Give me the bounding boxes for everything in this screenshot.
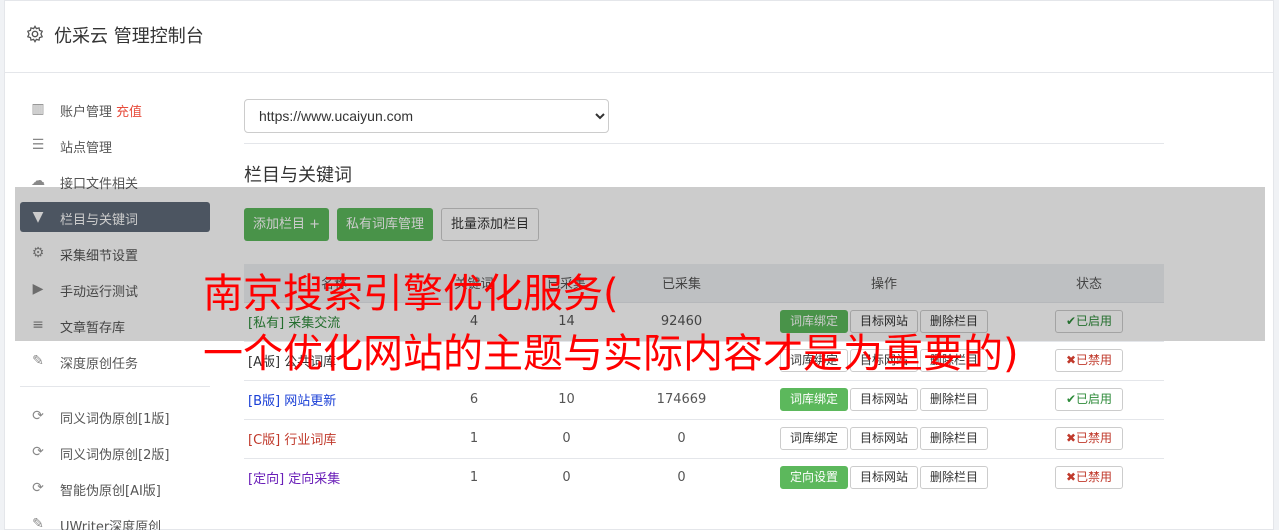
status-toggle[interactable]: ✖已禁用 xyxy=(1054,349,1124,372)
target-site-button[interactable]: 目标网站 xyxy=(849,466,918,490)
table-row: [B版] 网站更新 6 10 174669 词库绑定 目标网站 删除栏目 ✔已启用 xyxy=(244,379,1164,419)
sidebar-item-deep-original[interactable]: ✎ 深度原创任务 xyxy=(20,346,210,376)
check-icon: ✔ xyxy=(1065,392,1077,406)
site-select[interactable]: https://www.ucaiyun.com xyxy=(244,99,609,133)
sidebar-item-label: 站点管理 xyxy=(60,141,113,156)
refresh-icon: ⟳ xyxy=(32,444,44,460)
delete-column-button[interactable]: 删除栏目 xyxy=(920,388,989,411)
column-name-link[interactable]: [C版] 行业词库 xyxy=(248,433,336,448)
target-site-button[interactable]: 目标网站 xyxy=(849,388,918,411)
directed-settings-button[interactable]: 定向设置 xyxy=(779,466,848,490)
ad-overlay-band xyxy=(15,187,1265,341)
sidebar-divider xyxy=(20,386,210,387)
table-row: [C版] 行业词库 1 0 0 词库绑定 目标网站 删除栏目 ✖已禁用 xyxy=(244,418,1164,458)
sidebar-item-synonym-2[interactable]: ⟳ 同义词伪原创[2版] xyxy=(20,437,210,467)
refresh-icon: ⟳ xyxy=(32,480,44,496)
sidebar-item-synonym-1[interactable]: ⟳ 同义词伪原创[1版] xyxy=(20,401,210,431)
status-toggle[interactable]: ✔已启用 xyxy=(1054,388,1124,411)
status-label: 已禁用 xyxy=(1076,431,1113,445)
app-title: 优采云 管理控制台 xyxy=(54,26,204,47)
cell-kw: 1 xyxy=(424,457,524,497)
sidebar-item-ai-rewrite[interactable]: ⟳ 智能伪原创[AI版] xyxy=(20,473,210,503)
edit-icon: ✎ xyxy=(32,516,44,530)
divider xyxy=(244,143,1164,144)
cell-count: 0 xyxy=(609,457,754,497)
cross-icon: ✖ xyxy=(1065,431,1077,445)
cell-count: 0 xyxy=(609,418,754,458)
sidebar-item-label: 同义词伪原创[1版] xyxy=(60,412,170,427)
sidebar-item-account[interactable]: ▥ 账户管理 充值 xyxy=(20,94,210,124)
table-row: [定向] 定向采集 1 0 0 定向设置 目标网站 删除栏目 ✖已禁用 xyxy=(244,457,1164,497)
main-content: https://www.ucaiyun.com 栏目与关键词 添加栏目 + 私有词… xyxy=(244,99,1164,497)
column-name-link[interactable]: [B版] 网站更新 xyxy=(248,394,336,409)
header: 优采云 管理控制台 xyxy=(5,1,1273,73)
bind-lexicon-button[interactable]: 词库绑定 xyxy=(779,388,848,411)
column-name-link[interactable]: [定向] 定向采集 xyxy=(248,472,340,487)
status-label: 已禁用 xyxy=(1076,353,1113,367)
target-site-button[interactable]: 目标网站 xyxy=(849,427,918,450)
overlay-headline-1: 南京搜索引擎优化服务( xyxy=(203,271,619,317)
refresh-icon: ⟳ xyxy=(32,408,44,424)
status-toggle[interactable]: ✖已禁用 xyxy=(1054,466,1124,490)
cell-kw2[interactable]: 10 xyxy=(524,379,609,419)
cell-kw2[interactable]: 0 xyxy=(524,418,609,458)
recharge-link[interactable]: 充值 xyxy=(116,105,142,120)
bind-lexicon-button[interactable]: 词库绑定 xyxy=(779,427,848,450)
status-label: 已启用 xyxy=(1076,392,1113,406)
sidebar-item-label: 深度原创任务 xyxy=(60,357,139,372)
page-title: 栏目与关键词 xyxy=(244,165,352,186)
cell-kw: 6 xyxy=(424,379,524,419)
gear-icon xyxy=(26,25,44,43)
delete-column-button[interactable]: 删除栏目 xyxy=(920,427,989,450)
sidebar-item-label: 智能伪原创[AI版] xyxy=(60,484,161,499)
status-label: 已禁用 xyxy=(1076,470,1113,485)
cross-icon: ✖ xyxy=(1065,353,1077,367)
cell-kw: 1 xyxy=(424,418,524,458)
status-toggle[interactable]: ✖已禁用 xyxy=(1054,427,1124,450)
server-icon: ☰ xyxy=(31,137,45,153)
sidebar-item-label: 账户管理 xyxy=(60,105,113,120)
cross-icon: ✖ xyxy=(1065,470,1077,485)
edit-icon: ✎ xyxy=(32,353,44,369)
delete-column-button[interactable]: 删除栏目 xyxy=(920,466,989,490)
sidebar-item-label: 同义词伪原创[2版] xyxy=(60,448,170,463)
overlay-headline-2: 一个优化网站的主题与实际内容才是为重要的) xyxy=(203,331,1019,377)
sidebar-item-sites[interactable]: ☰ 站点管理 xyxy=(20,130,210,160)
cell-kw2[interactable]: 0 xyxy=(524,457,609,497)
bar-chart-icon: ▥ xyxy=(31,101,45,117)
sidebar-item-uwriter[interactable]: ✎ UWriter深度原创 xyxy=(20,509,210,530)
sidebar-item-label: UWriter深度原创 xyxy=(60,520,162,530)
cell-count: 174669 xyxy=(609,379,754,419)
